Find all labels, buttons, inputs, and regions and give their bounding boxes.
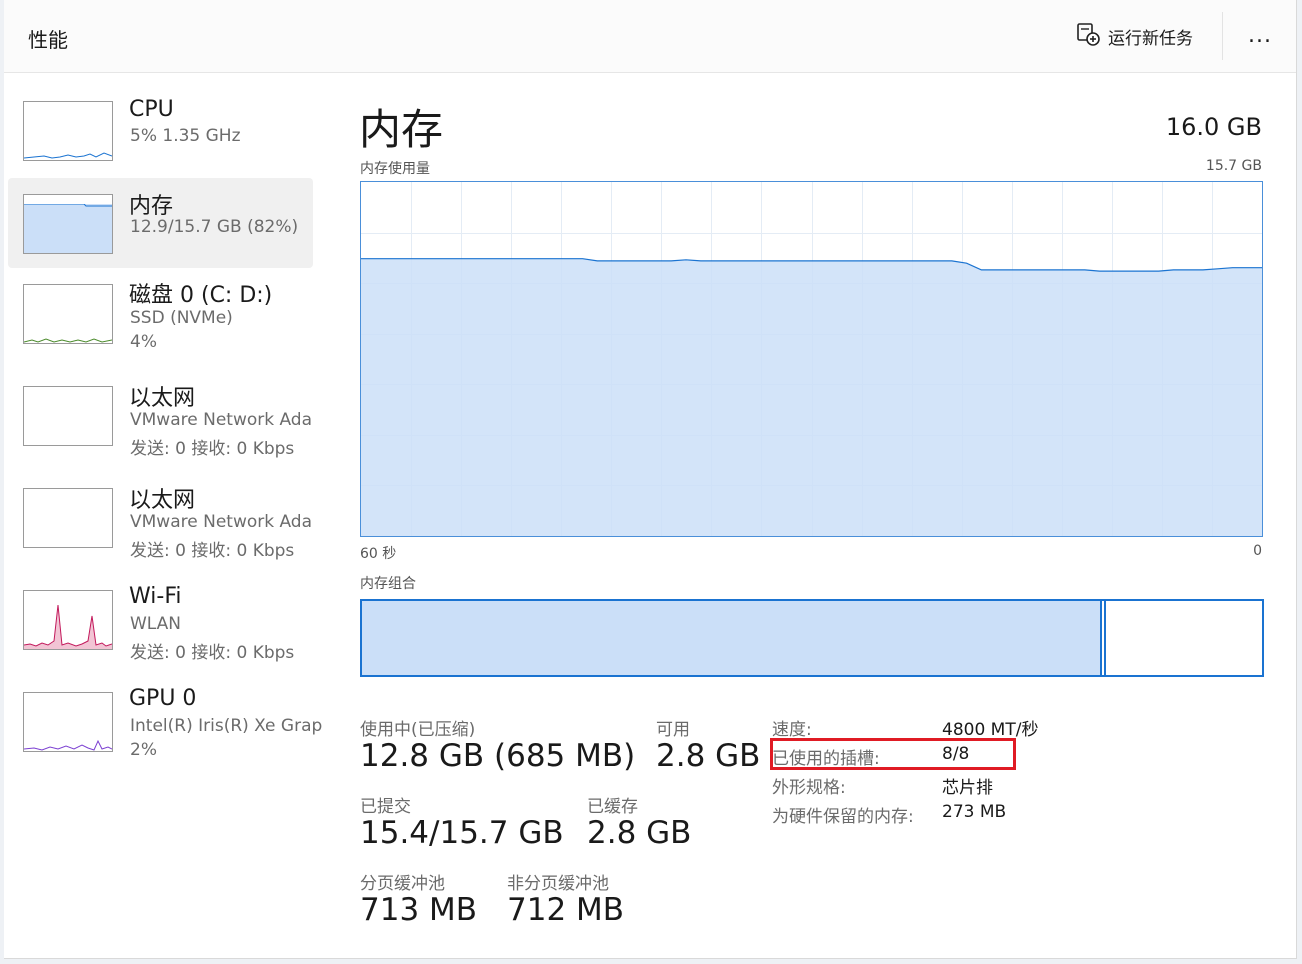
sidebar-item-detail: WLAN <box>130 614 182 634</box>
in-use-label: 使用中(已压缩) <box>360 720 476 740</box>
cpu-thumbnail-graph <box>23 101 113 161</box>
available-value: 2.8 GB <box>656 738 761 774</box>
sidebar-item-detail: VMware Network Ada <box>130 410 313 430</box>
slots-highlight-box <box>770 738 1016 770</box>
sidebar-item-ethernet-2[interactable]: 以太网 VMware Network Ada 发送: 0 接收: 0 Kbps <box>8 478 313 568</box>
memory-usage-label: 内存使用量 <box>360 161 430 177</box>
form-factor-value: 芯片排 <box>942 778 993 798</box>
hardware-reserved-label: 为硬件保留的内存: <box>772 807 914 827</box>
sidebar-item-label: 以太网 <box>129 386 196 411</box>
in-use-value: 12.8 GB (685 MB) <box>360 738 636 774</box>
sidebar-item-label: 以太网 <box>129 488 196 513</box>
speed-value: 4800 MT/秒 <box>942 720 1039 740</box>
sidebar-item-label: 内存 <box>129 194 174 219</box>
sidebar-item-label: GPU 0 <box>129 686 197 711</box>
memory-usage-area <box>361 258 1262 536</box>
sidebar-item-detail: 发送: 0 接收: 0 Kbps <box>130 439 295 459</box>
cached-label: 已缓存 <box>587 797 638 817</box>
sidebar-item-detail: 5% 1.35 GHz <box>130 126 241 146</box>
sidebar-item-detail: SSD (NVMe) <box>130 308 233 328</box>
sidebar-item-detail: 发送: 0 接收: 0 Kbps <box>130 643 295 663</box>
wifi-thumbnail-graph <box>23 590 113 650</box>
page-title: 性能 <box>28 28 68 52</box>
committed-label: 已提交 <box>360 797 411 817</box>
gpu-thumbnail-graph <box>23 692 113 752</box>
sidebar-item-detail: Intel(R) Iris(R) Xe Grap <box>130 716 323 736</box>
form-factor-label: 外形规格: <box>772 778 846 798</box>
title-bar: 性能 运行新任务 ... <box>4 0 1296 73</box>
sidebar-item-label: 磁盘 0 (C: D:) <box>129 283 273 308</box>
sidebar-item-disk[interactable]: 磁盘 0 (C: D:) SSD (NVMe) 4% <box>8 273 313 363</box>
sidebar-item-label: Wi-Fi <box>129 584 182 609</box>
run-new-task-label: 运行新任务 <box>1108 28 1193 49</box>
non-paged-pool-value: 712 MB <box>507 892 625 928</box>
memory-thumbnail-graph <box>23 194 113 254</box>
ethernet-thumbnail-graph <box>23 488 113 548</box>
sidebar-item-cpu[interactable]: CPU 5% 1.35 GHz <box>8 78 313 168</box>
memory-composition-bar <box>360 599 1264 677</box>
memory-usage-max: 15.7 GB <box>1205 158 1262 174</box>
cached-value: 2.8 GB <box>587 815 692 851</box>
sidebar-item-detail: 4% <box>130 332 157 352</box>
ethernet-thumbnail-graph <box>23 386 113 446</box>
sidebar-item-detail: 发送: 0 接收: 0 Kbps <box>130 541 295 561</box>
sidebar-item-wifi[interactable]: Wi-Fi WLAN 发送: 0 接收: 0 Kbps <box>8 580 313 670</box>
memory-total: 16.0 GB <box>1165 113 1262 141</box>
non-paged-pool-label: 非分页缓冲池 <box>507 874 609 894</box>
memory-usage-graph <box>360 181 1263 537</box>
disk-thumbnail-graph <box>23 284 113 344</box>
memory-title: 内存 <box>359 105 444 154</box>
speed-label: 速度: <box>772 720 812 740</box>
sidebar-item-detail: 2% <box>130 740 157 760</box>
more-options-button[interactable]: ... <box>1248 25 1272 47</box>
sidebar-item-label: CPU <box>129 97 174 122</box>
sidebar-item-detail: VMware Network Ada <box>130 512 313 532</box>
paged-pool-value: 713 MB <box>360 892 478 928</box>
paged-pool-label: 分页缓冲池 <box>360 874 445 894</box>
new-task-icon <box>1076 22 1100 50</box>
memory-usage-chart <box>361 182 1262 536</box>
divider <box>1222 12 1223 60</box>
sidebar-item-gpu[interactable]: GPU 0 Intel(R) Iris(R) Xe Grap 2% <box>8 682 322 772</box>
sidebar-item-ethernet-1[interactable]: 以太网 VMware Network Ada 发送: 0 接收: 0 Kbps <box>8 376 313 466</box>
memory-modified-segment <box>1104 601 1106 675</box>
committed-value: 15.4/15.7 GB <box>360 815 564 851</box>
memory-in-use-segment <box>362 601 1102 675</box>
sidebar-item-detail: 12.9/15.7 GB (82%) <box>130 217 299 237</box>
axis-start-label: 60 秒 <box>360 546 397 562</box>
hardware-reserved-value: 273 MB <box>942 802 1007 822</box>
run-new-task-button[interactable]: 运行新任务 <box>1076 22 1193 50</box>
available-label: 可用 <box>656 720 690 740</box>
axis-end-label: 0 <box>1253 543 1262 559</box>
memory-composition-label: 内存组合 <box>360 576 416 592</box>
sidebar-item-memory[interactable]: 内存 12.9/15.7 GB (82%) <box>8 178 313 268</box>
task-manager-window: 性能 运行新任务 ... CPU 5% 1.35 GHz 内存 12.9/15.… <box>4 0 1297 959</box>
